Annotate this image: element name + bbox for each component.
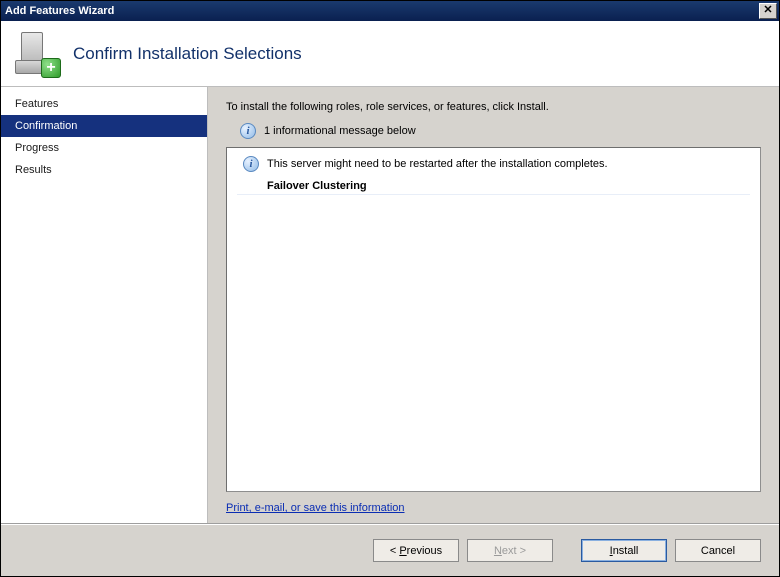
info-icon: i bbox=[240, 123, 256, 139]
sidebar: Features Confirmation Progress Results bbox=[1, 87, 208, 524]
body: Features Confirmation Progress Results T… bbox=[1, 87, 779, 524]
intro-text: To install the following roles, role ser… bbox=[226, 101, 761, 113]
wizard-icon: + bbox=[15, 32, 59, 76]
feature-item: Failover Clustering bbox=[237, 176, 750, 195]
step-results[interactable]: Results bbox=[1, 159, 207, 181]
close-button[interactable]: ✕ bbox=[759, 3, 777, 19]
next-button: Next > bbox=[467, 539, 553, 562]
restart-notice-row: i This server might need to be restarted… bbox=[237, 154, 750, 176]
info-summary-text: 1 informational message below bbox=[264, 125, 416, 137]
step-features[interactable]: Features bbox=[1, 93, 207, 115]
step-progress[interactable]: Progress bbox=[1, 137, 207, 159]
page-title: Confirm Installation Selections bbox=[73, 44, 302, 64]
restart-notice-text: This server might need to be restarted a… bbox=[267, 158, 608, 170]
titlebar: Add Features Wizard ✕ bbox=[1, 1, 779, 21]
wizard-window: Add Features Wizard ✕ + Confirm Installa… bbox=[0, 0, 780, 577]
install-button[interactable]: Install bbox=[581, 539, 667, 562]
selections-box: i This server might need to be restarted… bbox=[226, 147, 761, 492]
export-link-row: Print, e-mail, or save this information bbox=[226, 492, 761, 514]
cancel-button[interactable]: Cancel bbox=[675, 539, 761, 562]
main-panel: To install the following roles, role ser… bbox=[208, 87, 779, 524]
footer: < Previous Next > Install Cancel bbox=[1, 524, 779, 576]
header: + Confirm Installation Selections bbox=[1, 21, 779, 87]
window-title: Add Features Wizard bbox=[5, 5, 759, 17]
print-email-save-link[interactable]: Print, e-mail, or save this information bbox=[226, 502, 405, 514]
previous-button[interactable]: < Previous bbox=[373, 539, 459, 562]
step-confirmation[interactable]: Confirmation bbox=[1, 115, 207, 137]
plus-icon: + bbox=[41, 58, 61, 78]
info-icon: i bbox=[243, 156, 259, 172]
info-summary-row: i 1 informational message below bbox=[226, 123, 761, 139]
